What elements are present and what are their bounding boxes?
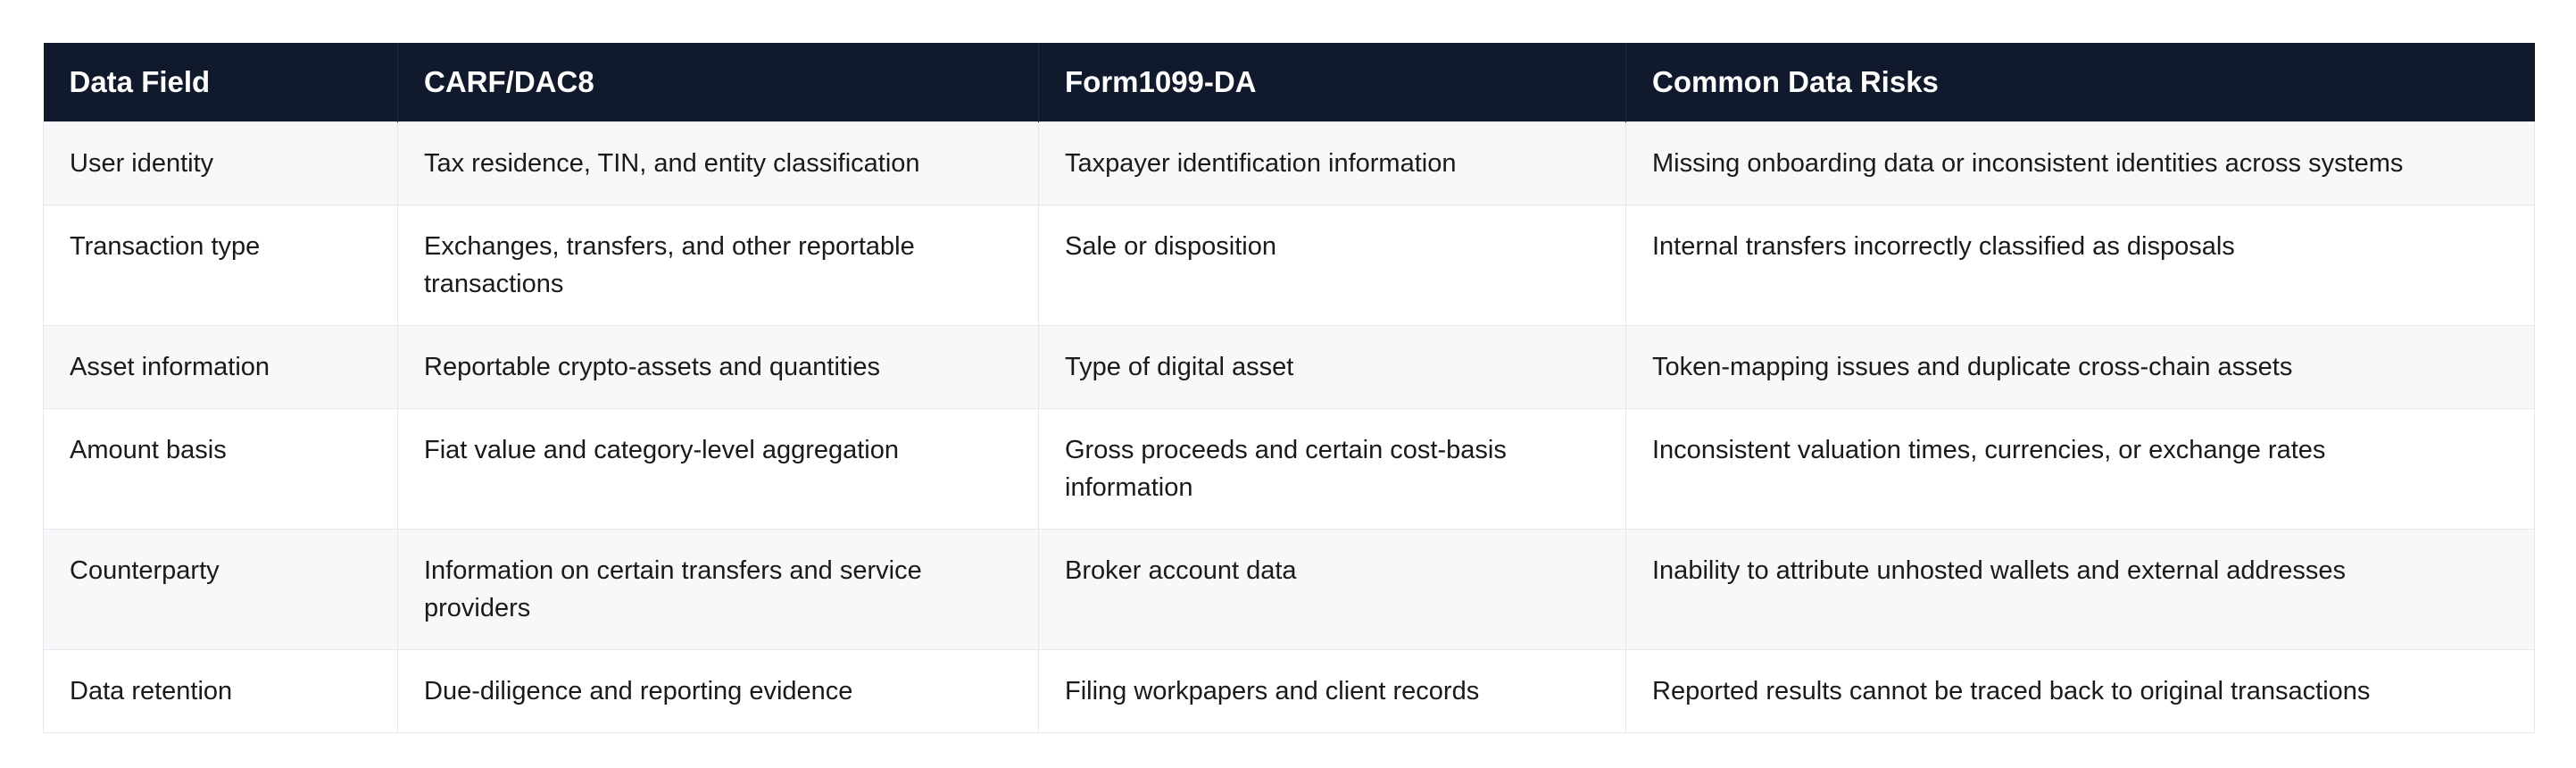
- table-row: Amount basis Fiat value and category-lev…: [43, 407, 2535, 530]
- table-body: User identity Tax residence, TIN, and en…: [43, 121, 2535, 733]
- cell-data-field: User identity: [43, 121, 398, 205]
- cell-form1099-da: Type of digital asset: [1038, 324, 1626, 409]
- cell-form1099-da: Gross proceeds and certain cost-basis in…: [1038, 407, 1626, 530]
- cell-common-data-risks: Missing onboarding data or inconsistent …: [1625, 121, 2535, 205]
- data-field-comparison-table: Data Field CARF/DAC8 Form1099-DA Common …: [43, 43, 2535, 733]
- cell-data-field: Counterparty: [43, 528, 398, 650]
- cell-common-data-risks: Internal transfers incorrectly classifie…: [1625, 204, 2535, 326]
- cell-data-field: Transaction type: [43, 204, 398, 326]
- header-carf-dac8: CARF/DAC8: [397, 43, 1039, 121]
- cell-common-data-risks: Reported results cannot be traced back t…: [1625, 648, 2535, 733]
- header-form1099-da: Form1099-DA: [1038, 43, 1626, 121]
- cell-form1099-da: Broker account data: [1038, 528, 1626, 650]
- table-row: Asset information Reportable crypto-asse…: [43, 324, 2535, 409]
- cell-data-field: Amount basis: [43, 407, 398, 530]
- table-row: User identity Tax residence, TIN, and en…: [43, 121, 2535, 205]
- cell-carf-dac8: Due-diligence and reporting evidence: [397, 648, 1039, 733]
- table-row: Data retention Due-diligence and reporti…: [43, 648, 2535, 733]
- cell-common-data-risks: Inconsistent valuation times, currencies…: [1625, 407, 2535, 530]
- comparison-table-container: Data Field CARF/DAC8 Form1099-DA Common …: [43, 43, 2535, 733]
- table-header: Data Field CARF/DAC8 Form1099-DA Common …: [43, 43, 2535, 121]
- cell-data-field: Asset information: [43, 324, 398, 409]
- cell-carf-dac8: Exchanges, transfers, and other reportab…: [397, 204, 1039, 326]
- cell-common-data-risks: Token-mapping issues and duplicate cross…: [1625, 324, 2535, 409]
- header-common-data-risks: Common Data Risks: [1625, 43, 2535, 121]
- header-row: Data Field CARF/DAC8 Form1099-DA Common …: [43, 43, 2535, 121]
- cell-form1099-da: Taxpayer identification information: [1038, 121, 1626, 205]
- cell-form1099-da: Sale or disposition: [1038, 204, 1626, 326]
- cell-carf-dac8: Fiat value and category-level aggregatio…: [397, 407, 1039, 530]
- header-data-field: Data Field: [43, 43, 398, 121]
- table-row: Transaction type Exchanges, transfers, a…: [43, 204, 2535, 326]
- cell-form1099-da: Filing workpapers and client records: [1038, 648, 1626, 733]
- cell-common-data-risks: Inability to attribute unhosted wallets …: [1625, 528, 2535, 650]
- cell-data-field: Data retention: [43, 648, 398, 733]
- table-row: Counterparty Information on certain tran…: [43, 528, 2535, 650]
- cell-carf-dac8: Reportable crypto-assets and quantities: [397, 324, 1039, 409]
- cell-carf-dac8: Information on certain transfers and ser…: [397, 528, 1039, 650]
- cell-carf-dac8: Tax residence, TIN, and entity classific…: [397, 121, 1039, 205]
